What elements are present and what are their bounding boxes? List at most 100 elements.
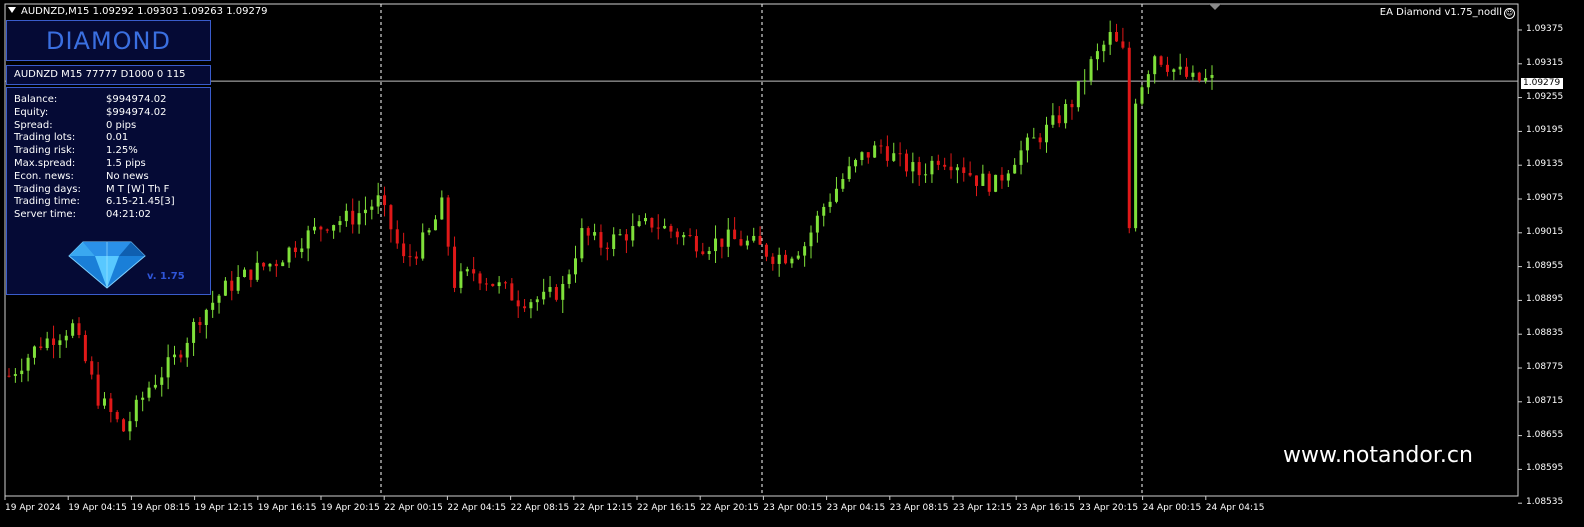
candle-body <box>892 153 896 161</box>
time-label: 19 Apr 20:15 <box>321 503 380 513</box>
time-label: 19 Apr 04:15 <box>68 503 127 513</box>
candle-body <box>586 228 590 236</box>
candle-body <box>949 166 953 171</box>
candle-body <box>1083 80 1087 82</box>
smiley-icon: ☺ <box>1504 8 1515 19</box>
candle-body <box>192 321 196 343</box>
candle-body <box>1051 115 1055 125</box>
candle-body <box>898 153 902 155</box>
time-label: 23 Apr 00:15 <box>763 503 823 513</box>
info-value: $994974.02 <box>106 94 167 105</box>
candle-body <box>109 398 113 413</box>
candle-body <box>249 269 253 280</box>
candle-body <box>1102 44 1106 52</box>
candle-body <box>262 262 266 267</box>
candle-body <box>236 276 240 291</box>
time-label: 22 Apr 00:15 <box>384 503 443 513</box>
info-box: Balance: $994974.02 Equity: $994974.02 Sprea… <box>6 87 211 295</box>
version-label: v. 1.75 <box>147 271 185 282</box>
candle-body <box>943 164 947 167</box>
chart-shift-marker <box>1209 4 1221 10</box>
candle-body <box>1153 56 1157 75</box>
candle-body <box>357 213 361 225</box>
candle-body <box>1038 137 1042 143</box>
candle-body <box>39 346 43 349</box>
candle-body <box>179 354 183 358</box>
info-row: Trading time: 6.15-21.45[3] <box>14 196 203 209</box>
candle-body <box>917 162 921 176</box>
candle-body <box>166 357 170 378</box>
candle-body <box>624 234 628 241</box>
candle-body <box>20 370 24 375</box>
candle-body <box>370 206 374 210</box>
candle-body <box>185 342 189 358</box>
candle-body <box>1165 64 1169 72</box>
candle-body <box>1108 32 1112 45</box>
ea-label[interactable]: EA Diamond v1.75_nodll ☺ <box>1380 7 1515 19</box>
price-label: 1.08715 <box>1526 395 1564 406</box>
candle-body <box>128 421 132 432</box>
info-value: 0.01 <box>106 132 129 144</box>
candle-body <box>637 221 641 227</box>
candle-body <box>1095 51 1099 60</box>
candle-body <box>803 246 807 256</box>
candle-body <box>994 174 998 192</box>
candle-body <box>13 374 17 376</box>
info-key: Spread: <box>14 119 53 131</box>
candle-body <box>879 145 883 147</box>
candle-body <box>160 377 164 385</box>
candle-body <box>503 282 507 284</box>
chart-menu-icon[interactable] <box>8 7 16 13</box>
candle-body <box>854 159 858 167</box>
candle-body <box>688 235 692 237</box>
candle-body <box>771 256 775 264</box>
diamond-logo: DIAMOND <box>45 26 171 55</box>
candle-body <box>1204 77 1208 81</box>
candle-body <box>465 269 469 272</box>
info-value: 6.15-21.45[3] <box>106 196 175 208</box>
time-label: 22 Apr 08:15 <box>510 503 570 513</box>
time-label: 22 Apr 16:15 <box>637 503 696 513</box>
candle-body <box>529 302 533 309</box>
time-label: 23 Apr 12:15 <box>953 503 1012 513</box>
candle-body <box>904 153 908 172</box>
candle-body <box>172 354 176 358</box>
candle-body <box>516 300 520 307</box>
candle-body <box>1089 59 1093 81</box>
candle-body <box>1121 41 1125 48</box>
price-label: 1.08595 <box>1526 463 1564 474</box>
candle-body <box>376 195 380 207</box>
candle-body <box>338 221 342 226</box>
logo-box: DIAMOND <box>6 20 211 61</box>
candle-body <box>427 230 431 233</box>
candle-body <box>675 231 679 238</box>
candle-body <box>421 232 425 259</box>
candle-body <box>599 232 603 248</box>
candle-body <box>631 226 635 241</box>
info-row: Trading lots: 0.01 <box>14 132 203 145</box>
candle-body <box>491 283 495 287</box>
candle-body <box>669 225 673 232</box>
price-label: 1.08535 <box>1526 497 1564 508</box>
candle-body <box>1057 115 1061 124</box>
candle-body <box>936 160 940 165</box>
candle-body <box>860 152 864 160</box>
candle-body <box>726 229 730 247</box>
time-label: 19 Apr 16:15 <box>257 503 317 513</box>
candle-body <box>344 210 348 222</box>
candle-body <box>52 338 56 345</box>
info-row: Balance: $994974.02 <box>14 94 203 107</box>
candle-body <box>243 269 247 277</box>
candle-body <box>1185 66 1189 77</box>
price-label: 1.09195 <box>1526 125 1564 136</box>
candle-body <box>847 166 851 180</box>
candle-body <box>968 172 972 176</box>
info-key: Balance: <box>14 94 58 105</box>
candle-body <box>1032 137 1036 139</box>
candle-body <box>1019 150 1023 165</box>
candle-body <box>612 234 616 249</box>
info-row: Server time: 04:21:02 <box>14 209 203 222</box>
candle-body <box>274 263 278 267</box>
candle-body <box>866 152 870 158</box>
candle-body <box>363 209 367 214</box>
